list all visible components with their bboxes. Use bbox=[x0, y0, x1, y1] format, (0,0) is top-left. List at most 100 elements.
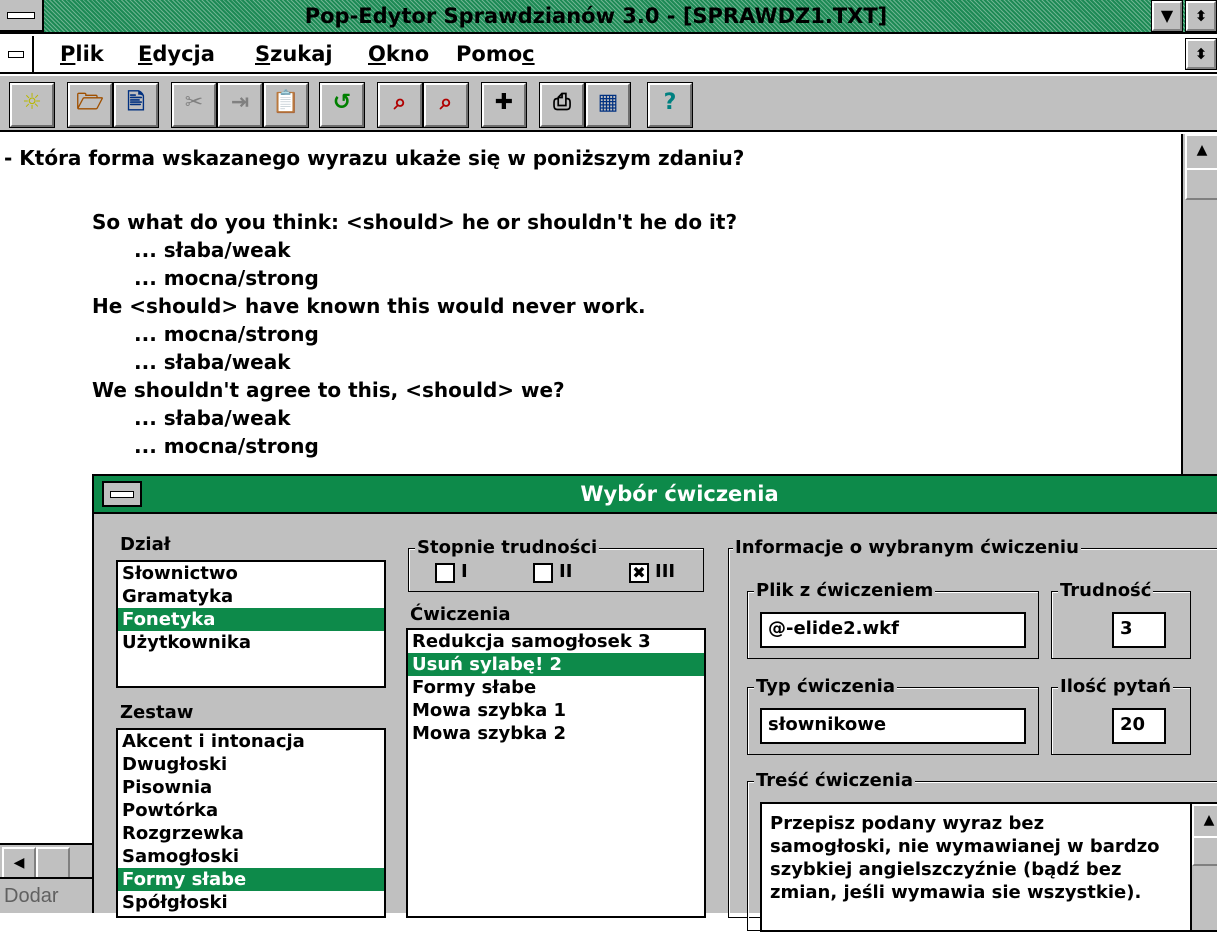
zestaw-item[interactable]: Powtórka bbox=[118, 799, 384, 822]
scroll-thumb[interactable] bbox=[1185, 168, 1217, 200]
menu-okno[interactable]: Okno bbox=[368, 42, 429, 66]
dialog-system-menu-button[interactable] bbox=[102, 481, 142, 507]
print-button[interactable]: ⎙ bbox=[539, 82, 585, 128]
paste-button[interactable]: 📋 bbox=[263, 82, 309, 128]
dzial-item[interactable]: Słownictwo bbox=[118, 562, 384, 585]
find-next-button[interactable]: ⌕ bbox=[423, 82, 469, 128]
insert-button[interactable]: ✚ bbox=[481, 82, 527, 128]
scroll-left-button[interactable]: ◀ bbox=[2, 847, 36, 879]
plik-field[interactable]: @-elide2.wkf bbox=[760, 612, 1026, 648]
level-1-checkbox[interactable] bbox=[435, 563, 455, 583]
tresc-text: Przepisz podany wyraz bez samogłoski, ni… bbox=[770, 813, 1160, 903]
level-3-checkbox[interactable]: ✖ bbox=[629, 563, 649, 583]
level-2-label: II bbox=[559, 561, 573, 582]
zestaw-item[interactable]: Samogłoski bbox=[118, 845, 384, 868]
cwiczenie-item-selected[interactable]: Usuń sylabę! 2 bbox=[408, 653, 704, 676]
minimize-button[interactable]: ▼ bbox=[1151, 0, 1183, 32]
question-line: - Która forma wskazanego wyrazu ukaże si… bbox=[4, 146, 745, 170]
help-button[interactable]: ? bbox=[647, 82, 693, 128]
cut-icon: ✂ bbox=[184, 90, 204, 115]
answer-line: ... mocna/strong bbox=[134, 434, 319, 458]
document-restore-icon: ⬍ bbox=[1194, 45, 1208, 63]
dzial-item-selected[interactable]: Fonetyka bbox=[118, 608, 384, 631]
copy-button[interactable]: ⇥ bbox=[217, 82, 263, 128]
ilosc-group: Ilość pytań 20 bbox=[1051, 676, 1191, 755]
cut-button[interactable]: ✂ bbox=[171, 82, 217, 128]
cwiczenie-item[interactable]: Formy słabe bbox=[408, 676, 704, 699]
cwiczenia-listbox[interactable]: Redukcja samogłosek 3 Usuń sylabę! 2 For… bbox=[406, 628, 706, 918]
plik-group: Plik z ćwiczeniem @-elide2.wkf bbox=[747, 580, 1039, 659]
menu-okno-hotkey: O bbox=[368, 42, 386, 66]
plik-label: Plik z ćwiczeniem bbox=[754, 580, 936, 601]
restore-icon: ⬍ bbox=[1194, 7, 1208, 25]
preview-button[interactable]: ▦ bbox=[585, 82, 631, 128]
dzial-item[interactable]: Użytkownika bbox=[118, 631, 384, 654]
zestaw-listbox[interactable]: Akcent i intonacja Dwugłoski Pisownia Po… bbox=[116, 728, 386, 918]
answer-line: ... mocna/strong bbox=[134, 322, 319, 346]
level-1-label: I bbox=[461, 561, 468, 582]
horizontal-scrollbar[interactable]: ◀ bbox=[0, 843, 92, 879]
menu-okno-label: kno bbox=[385, 42, 430, 66]
document-restore-button[interactable]: ⬍ bbox=[1185, 38, 1217, 70]
document-system-menu-icon bbox=[8, 51, 24, 58]
cwiczenie-item[interactable]: Mowa szybka 2 bbox=[408, 722, 704, 745]
zestaw-item[interactable]: Spółgłoski bbox=[118, 891, 384, 914]
trudnosc-field[interactable]: 3 bbox=[1112, 612, 1166, 648]
open-file-button[interactable]: 🗁 bbox=[67, 82, 113, 128]
new-file-icon: ☼ bbox=[22, 90, 42, 115]
menu-edycja-hotkey: E bbox=[138, 42, 153, 66]
dialog-title-bar[interactable]: Wybór ćwiczenia bbox=[94, 476, 1217, 514]
system-menu-icon bbox=[7, 12, 35, 19]
find-next-icon: ⌕ bbox=[439, 90, 453, 115]
zestaw-item[interactable]: Pisownia bbox=[118, 776, 384, 799]
tresc-scroll-thumb[interactable] bbox=[1192, 836, 1217, 866]
save-file-icon: 🖹 bbox=[127, 90, 145, 115]
ilosc-field[interactable]: 20 bbox=[1112, 708, 1166, 744]
cwiczenia-label: Ćwiczenia bbox=[410, 604, 511, 625]
info-group-label: Informacje o wybranym ćwiczeniu bbox=[733, 537, 1081, 558]
menu-plik[interactable]: Plik bbox=[60, 42, 104, 66]
typ-group: Typ ćwiczenia słownikowe bbox=[747, 676, 1039, 755]
window-title-bar[interactable]: Pop-Edytor Sprawdzianów 3.0 - [SPRAWDZ1.… bbox=[0, 0, 1217, 34]
insert-icon: ✚ bbox=[494, 90, 514, 115]
sentence-line: So what do you think: <should> he or sho… bbox=[92, 210, 738, 234]
window-system-menu-button[interactable] bbox=[0, 0, 44, 32]
status-text: Dodar bbox=[4, 885, 59, 907]
menu-szukaj[interactable]: Szukaj bbox=[255, 42, 333, 66]
dzial-item[interactable]: Gramatyka bbox=[118, 585, 384, 608]
typ-label: Typ ćwiczenia bbox=[754, 676, 897, 697]
preview-icon: ▦ bbox=[597, 90, 619, 115]
undo-icon: ↺ bbox=[332, 90, 352, 115]
document-system-menu-button[interactable] bbox=[0, 36, 34, 72]
arrow-up-icon: ▲ bbox=[1203, 812, 1215, 828]
zestaw-item[interactable]: Rozgrzewka bbox=[118, 822, 384, 845]
level-2-checkbox[interactable] bbox=[533, 563, 553, 583]
print-icon: ⎙ bbox=[553, 90, 571, 115]
cwiczenie-item[interactable]: Redukcja samogłosek 3 bbox=[408, 630, 704, 653]
menu-pomoc-hotkey: c bbox=[522, 42, 535, 66]
arrow-up-icon: ▲ bbox=[1196, 142, 1208, 158]
cwiczenie-item[interactable]: Mowa szybka 1 bbox=[408, 699, 704, 722]
dzial-listbox[interactable]: Słownictwo Gramatyka Fonetyka Użytkownik… bbox=[116, 560, 386, 688]
arrow-left-icon: ◀ bbox=[13, 855, 25, 871]
find-button[interactable]: ⌕ bbox=[377, 82, 423, 128]
typ-field[interactable]: słownikowe bbox=[760, 708, 1026, 744]
new-file-button[interactable]: ☼ bbox=[9, 82, 55, 128]
tresc-scroll-up-button[interactable]: ▲ bbox=[1192, 804, 1217, 838]
zestaw-item[interactable]: Dwugłoski bbox=[118, 753, 384, 776]
save-file-button[interactable]: 🖹 bbox=[113, 82, 159, 128]
sentence-line: We shouldn't agree to this, <should> we? bbox=[92, 378, 565, 402]
menu-pomoc[interactable]: Pomoc bbox=[456, 42, 535, 66]
menu-edycja[interactable]: Edycja bbox=[138, 42, 215, 66]
exercise-selection-dialog: Wybór ćwiczenia Dział Słownictwo Gramaty… bbox=[92, 474, 1217, 932]
restore-button[interactable]: ⬍ bbox=[1185, 0, 1217, 32]
zestaw-item-selected[interactable]: Formy słabe bbox=[118, 868, 384, 891]
info-group: Informacje o wybranym ćwiczeniu Plik z ć… bbox=[728, 537, 1217, 932]
dialog-system-menu-icon bbox=[110, 491, 134, 498]
check-mark-icon: ✖ bbox=[632, 563, 646, 582]
scroll-up-button[interactable]: ▲ bbox=[1185, 134, 1217, 170]
hscroll-thumb[interactable] bbox=[36, 847, 70, 879]
undo-button[interactable]: ↺ bbox=[319, 82, 365, 128]
menu-szukaj-hotkey: S bbox=[255, 42, 271, 66]
zestaw-item[interactable]: Akcent i intonacja bbox=[118, 730, 384, 753]
